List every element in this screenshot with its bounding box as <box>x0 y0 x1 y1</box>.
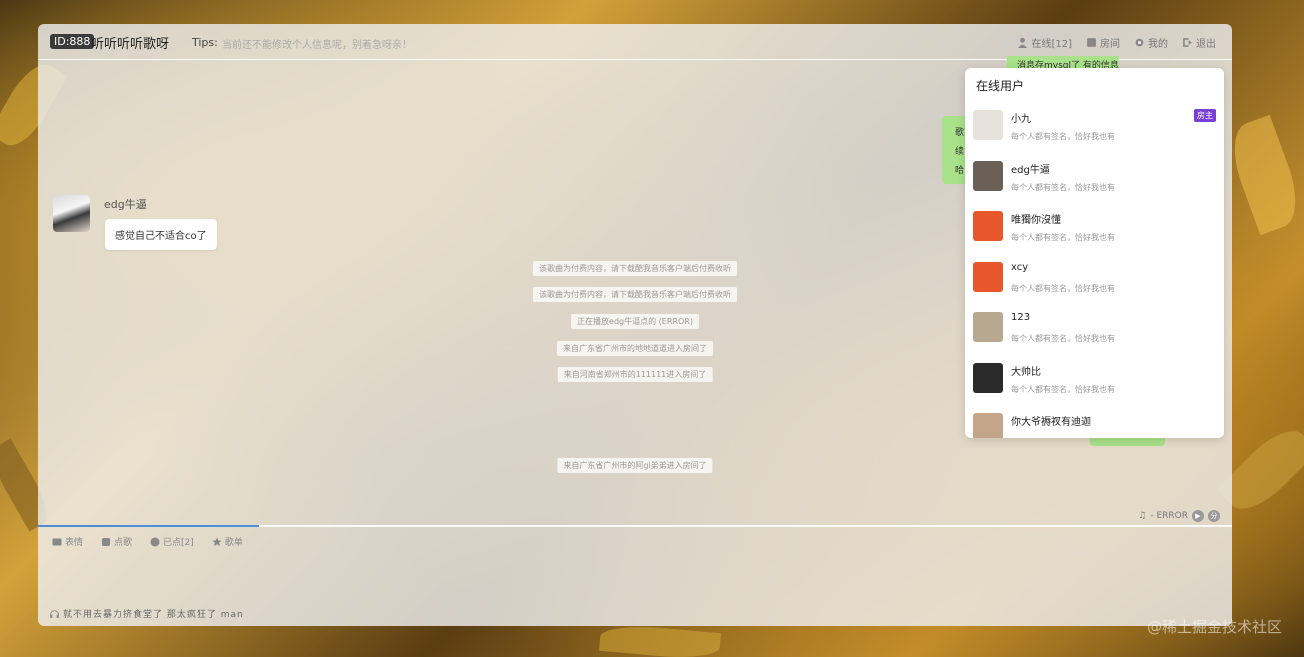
tool-label: 已点[2] <box>163 538 194 548</box>
tips-label: Tips: <box>192 36 218 49</box>
user-signature: 每个人都有签名，恰好我也有 <box>1011 132 1115 141</box>
nav-label: 房间 <box>1100 39 1120 50</box>
tips-text: 当前还不能修改个人信息呢，别着急呀亲！ <box>222 40 412 51</box>
now-playing: 就不用去暴力挤食堂了 那太疯狂了 man <box>49 607 244 620</box>
online-user-item[interactable]: edg牛逼每个人都有签名，恰好我也有 <box>973 159 1216 209</box>
music-note-icon: ♫ <box>1138 511 1147 521</box>
tool-emoji[interactable]: 表情 <box>52 535 83 548</box>
user-name: 唯獨你沒懂 <box>1011 215 1061 226</box>
background-leaf <box>1222 114 1304 236</box>
player-status-text: - ERROR <box>1150 511 1188 521</box>
emoji-icon <box>52 538 62 545</box>
owner-badge: 房主 <box>1194 109 1216 122</box>
avatar[interactable] <box>53 195 90 232</box>
message-sender-name: edg牛逼 <box>104 198 147 211</box>
room-name: 听听听听歌呀 <box>91 37 170 52</box>
system-message: 该歌曲为付费内容，请下载酷我音乐客户端后付费收听 <box>533 287 737 302</box>
nav-room[interactable]: 房间 <box>1086 35 1120 50</box>
nav-label: 我的 <box>1148 39 1168 50</box>
nav-label: 退出 <box>1196 39 1216 50</box>
avatar <box>973 413 1003 438</box>
own-message-text: 歌 <box>955 128 965 138</box>
nav-logout[interactable]: 退出 <box>1182 35 1216 50</box>
tool-label: 歌单 <box>224 538 243 548</box>
online-user-item[interactable]: 你大爷褥衩有迪迦 <box>973 411 1216 438</box>
gear-icon <box>1135 38 1144 47</box>
tool-playlist[interactable]: 歌单 <box>212 535 243 548</box>
top-nav: 在线[12] 房间 我的 退出 <box>1017 35 1216 50</box>
avatar <box>973 211 1003 241</box>
user-name: edg牛逼 <box>1011 164 1050 176</box>
online-user-item[interactable]: 小九每个人都有签名，恰好我也有 房主 <box>973 108 1216 158</box>
user-signature: 每个人都有签名，恰好我也有 <box>1011 334 1115 343</box>
logout-icon <box>1183 38 1192 47</box>
tool-song-request[interactable]: 点歌 <box>101 535 132 548</box>
online-user-item[interactable]: 唯獨你沒懂每个人都有签名，恰好我也有 <box>973 209 1216 259</box>
system-message: 来自河南省郑州市的111111进入房间了 <box>557 367 713 382</box>
system-message: 来自广东省广州市的阿gi弟弟进入房间了 <box>557 458 713 473</box>
user-icon <box>1018 37 1028 48</box>
message-bubble: 感觉自己不适合co了 <box>105 219 217 250</box>
avatar <box>973 362 1003 393</box>
avatar <box>973 261 1003 292</box>
system-message: 来自广东省广州市的地地道道进入房间了 <box>557 341 713 356</box>
online-user-item[interactable]: xcy 每个人都有签名，恰好我也有 <box>973 260 1216 310</box>
nav-mine[interactable]: 我的 <box>1134 35 1168 50</box>
tool-requested[interactable]: 已点[2] <box>150 535 194 548</box>
avatar <box>973 312 1003 342</box>
headphones-icon <box>50 610 59 618</box>
own-message-text: 哈 <box>955 166 965 176</box>
watermark: @稀土掘金技术社区 <box>1146 618 1282 636</box>
song-progress-bar[interactable] <box>38 525 1232 527</box>
popup-title: 在线用户 <box>976 79 1025 93</box>
user-name: 大帅比 <box>1011 366 1041 378</box>
nav-label: 在线[12] <box>1031 39 1072 50</box>
message-input[interactable] <box>38 554 1232 604</box>
player-status: ♫ - ERROR ▶ 分 <box>1138 510 1220 522</box>
system-message: 该歌曲为付费内容，请下载酷我音乐客户端后付费收听 <box>533 261 737 276</box>
own-message-text: 续 <box>955 147 965 157</box>
tool-label: 表情 <box>65 538 84 548</box>
user-name: 小九 <box>1011 114 1031 125</box>
background-leaf <box>599 622 721 657</box>
user-name: 123 <box>1011 312 1031 323</box>
song-request-icon <box>102 537 111 546</box>
play-icon[interactable]: ▶ <box>1192 510 1204 522</box>
input-toolbar: 表情 点歌 已点[2] 歌单 <box>52 535 243 548</box>
avatar <box>973 110 1003 140</box>
tool-label: 点歌 <box>114 538 133 548</box>
system-message: 正在播放edg牛逼点的 (ERROR) <box>571 314 699 329</box>
check-circle-icon <box>150 537 160 546</box>
user-signature: 每个人都有签名，恰好我也有 <box>1011 233 1115 242</box>
user-signature: 每个人都有签名，恰好我也有 <box>1011 182 1115 192</box>
online-user-item[interactable]: 大帅比每个人都有签名，恰好我也有 <box>973 361 1216 411</box>
avatar <box>973 160 1003 191</box>
online-users-popup: 在线用户 小九 每个人都有签名，恰好我也有 房主 edg牛逼 每个人都有签名，恰好我也有… <box>965 68 1224 438</box>
online-user-item[interactable]: 123 每个人都有签名，恰好我也有 <box>973 310 1216 360</box>
nav-online-users[interactable]: 在线[12] <box>1017 35 1072 50</box>
room-id-badge: ID:888 <box>50 34 95 49</box>
header-bar: ID:888 听听听听歌呀 Tips: 当前还不能修改个人信息呢，别着急呀亲！ … <box>38 24 1232 60</box>
song-progress-fill <box>38 525 259 527</box>
star-icon <box>212 537 222 546</box>
user-name: 你大爷褥衩有迪迦 <box>1011 417 1091 428</box>
now-playing-lyric: 就不用去暴力挤食堂了 那太疯狂了 man <box>63 610 244 620</box>
share-icon[interactable]: 分 <box>1208 510 1220 522</box>
room-icon <box>1087 38 1096 47</box>
user-signature: 每个人都有签名，恰好我也有 <box>1011 283 1115 293</box>
user-signature: 每个人都有签名，恰好我也有 <box>1011 384 1115 394</box>
user-name: xcy <box>1011 261 1029 273</box>
